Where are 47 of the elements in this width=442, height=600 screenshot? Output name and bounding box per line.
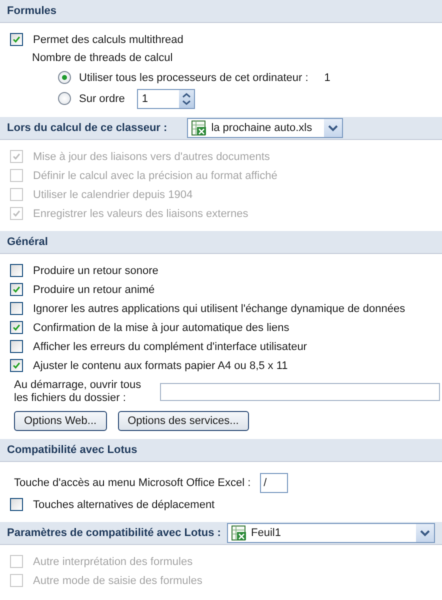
checkbox[interactable]	[10, 264, 23, 277]
checkbox-label: Définir le calcul avec la précision au format affiché	[33, 170, 278, 182]
options-button[interactable]: Options Web...	[14, 411, 107, 431]
folder-field[interactable]	[160, 383, 440, 401]
checkbox-label: Autre mode de saisie des formules	[33, 574, 202, 586]
processor-count: 1	[324, 72, 330, 84]
options-button[interactable]: Options des services...	[118, 411, 249, 431]
checkbox-label: Ajuster le contenu aux formats papier A4 ou 8,5 x 11	[33, 360, 288, 372]
section-title: Lors du calcul de ce classeur :	[7, 122, 168, 134]
checkbox-label: Autre interprétation des formules	[33, 556, 193, 568]
checkbox-label: Mise à jour des liaisons vers d'autres documents	[33, 150, 270, 162]
checkbox-label: Produire un retour animé	[33, 284, 155, 296]
checkbox-label: Ignorer les autres applications qui utilisent l'échange dynamique de données	[33, 302, 406, 314]
caret-icon[interactable]	[416, 524, 434, 542]
checkbox-label: Confirmation de la mise à jour automatique des liens	[33, 322, 290, 334]
checkbox-label: Utiliser le calendrier depuis 1904	[33, 188, 193, 200]
menu-key-field[interactable]: /	[260, 473, 288, 493]
section-title: Compatibilité avec Lotus	[7, 444, 138, 456]
checkbox[interactable]	[10, 283, 23, 296]
checkbox-label: Enregistrer les valeurs des liaisons externes	[33, 208, 248, 220]
spreadsheet-icon	[191, 120, 208, 136]
field-label: Nombre de threads de calcul	[31, 51, 174, 66]
checkbox[interactable]	[10, 321, 23, 334]
checkbox[interactable]	[10, 33, 23, 46]
spin-box[interactable]: 1	[136, 88, 195, 108]
radio-label: Sur ordre	[79, 92, 125, 104]
checkbox-label: Afficher les erreurs du complément d'interface utilisateur	[33, 340, 307, 352]
checkbox[interactable]	[10, 359, 23, 372]
checkbox[interactable]	[10, 498, 23, 511]
radio-label: Utiliser tous les processeurs de cet ordinateur :	[79, 72, 308, 84]
section-title: Général	[7, 236, 48, 248]
spreadsheet-icon	[231, 525, 247, 541]
section-title: Formules	[7, 5, 57, 17]
radio-button[interactable]	[58, 92, 71, 105]
checkbox-label: Produire un retour sonore	[33, 264, 158, 276]
dropdown[interactable]: la prochaine auto.xls	[187, 118, 344, 138]
checkbox[interactable]	[10, 340, 23, 353]
checkbox-label: Permet des calculs multithread	[33, 34, 184, 46]
caret-icon[interactable]	[324, 119, 342, 137]
field-label: Touche d'accès au menu Microsoft Office Excel :	[14, 477, 251, 489]
field-label: Au démarrage, ouvrir tous les fichiers du dossier :	[14, 379, 142, 405]
spin-arrows-icon[interactable]	[178, 90, 194, 108]
section-title: Paramètres de compatibilité avec Lotus :	[7, 527, 221, 539]
checkbox-label: Touches alternatives de déplacement	[33, 498, 215, 510]
dropdown[interactable]: Feuil1	[227, 523, 435, 543]
checkbox[interactable]	[10, 302, 23, 315]
radio-button[interactable]	[58, 71, 71, 84]
